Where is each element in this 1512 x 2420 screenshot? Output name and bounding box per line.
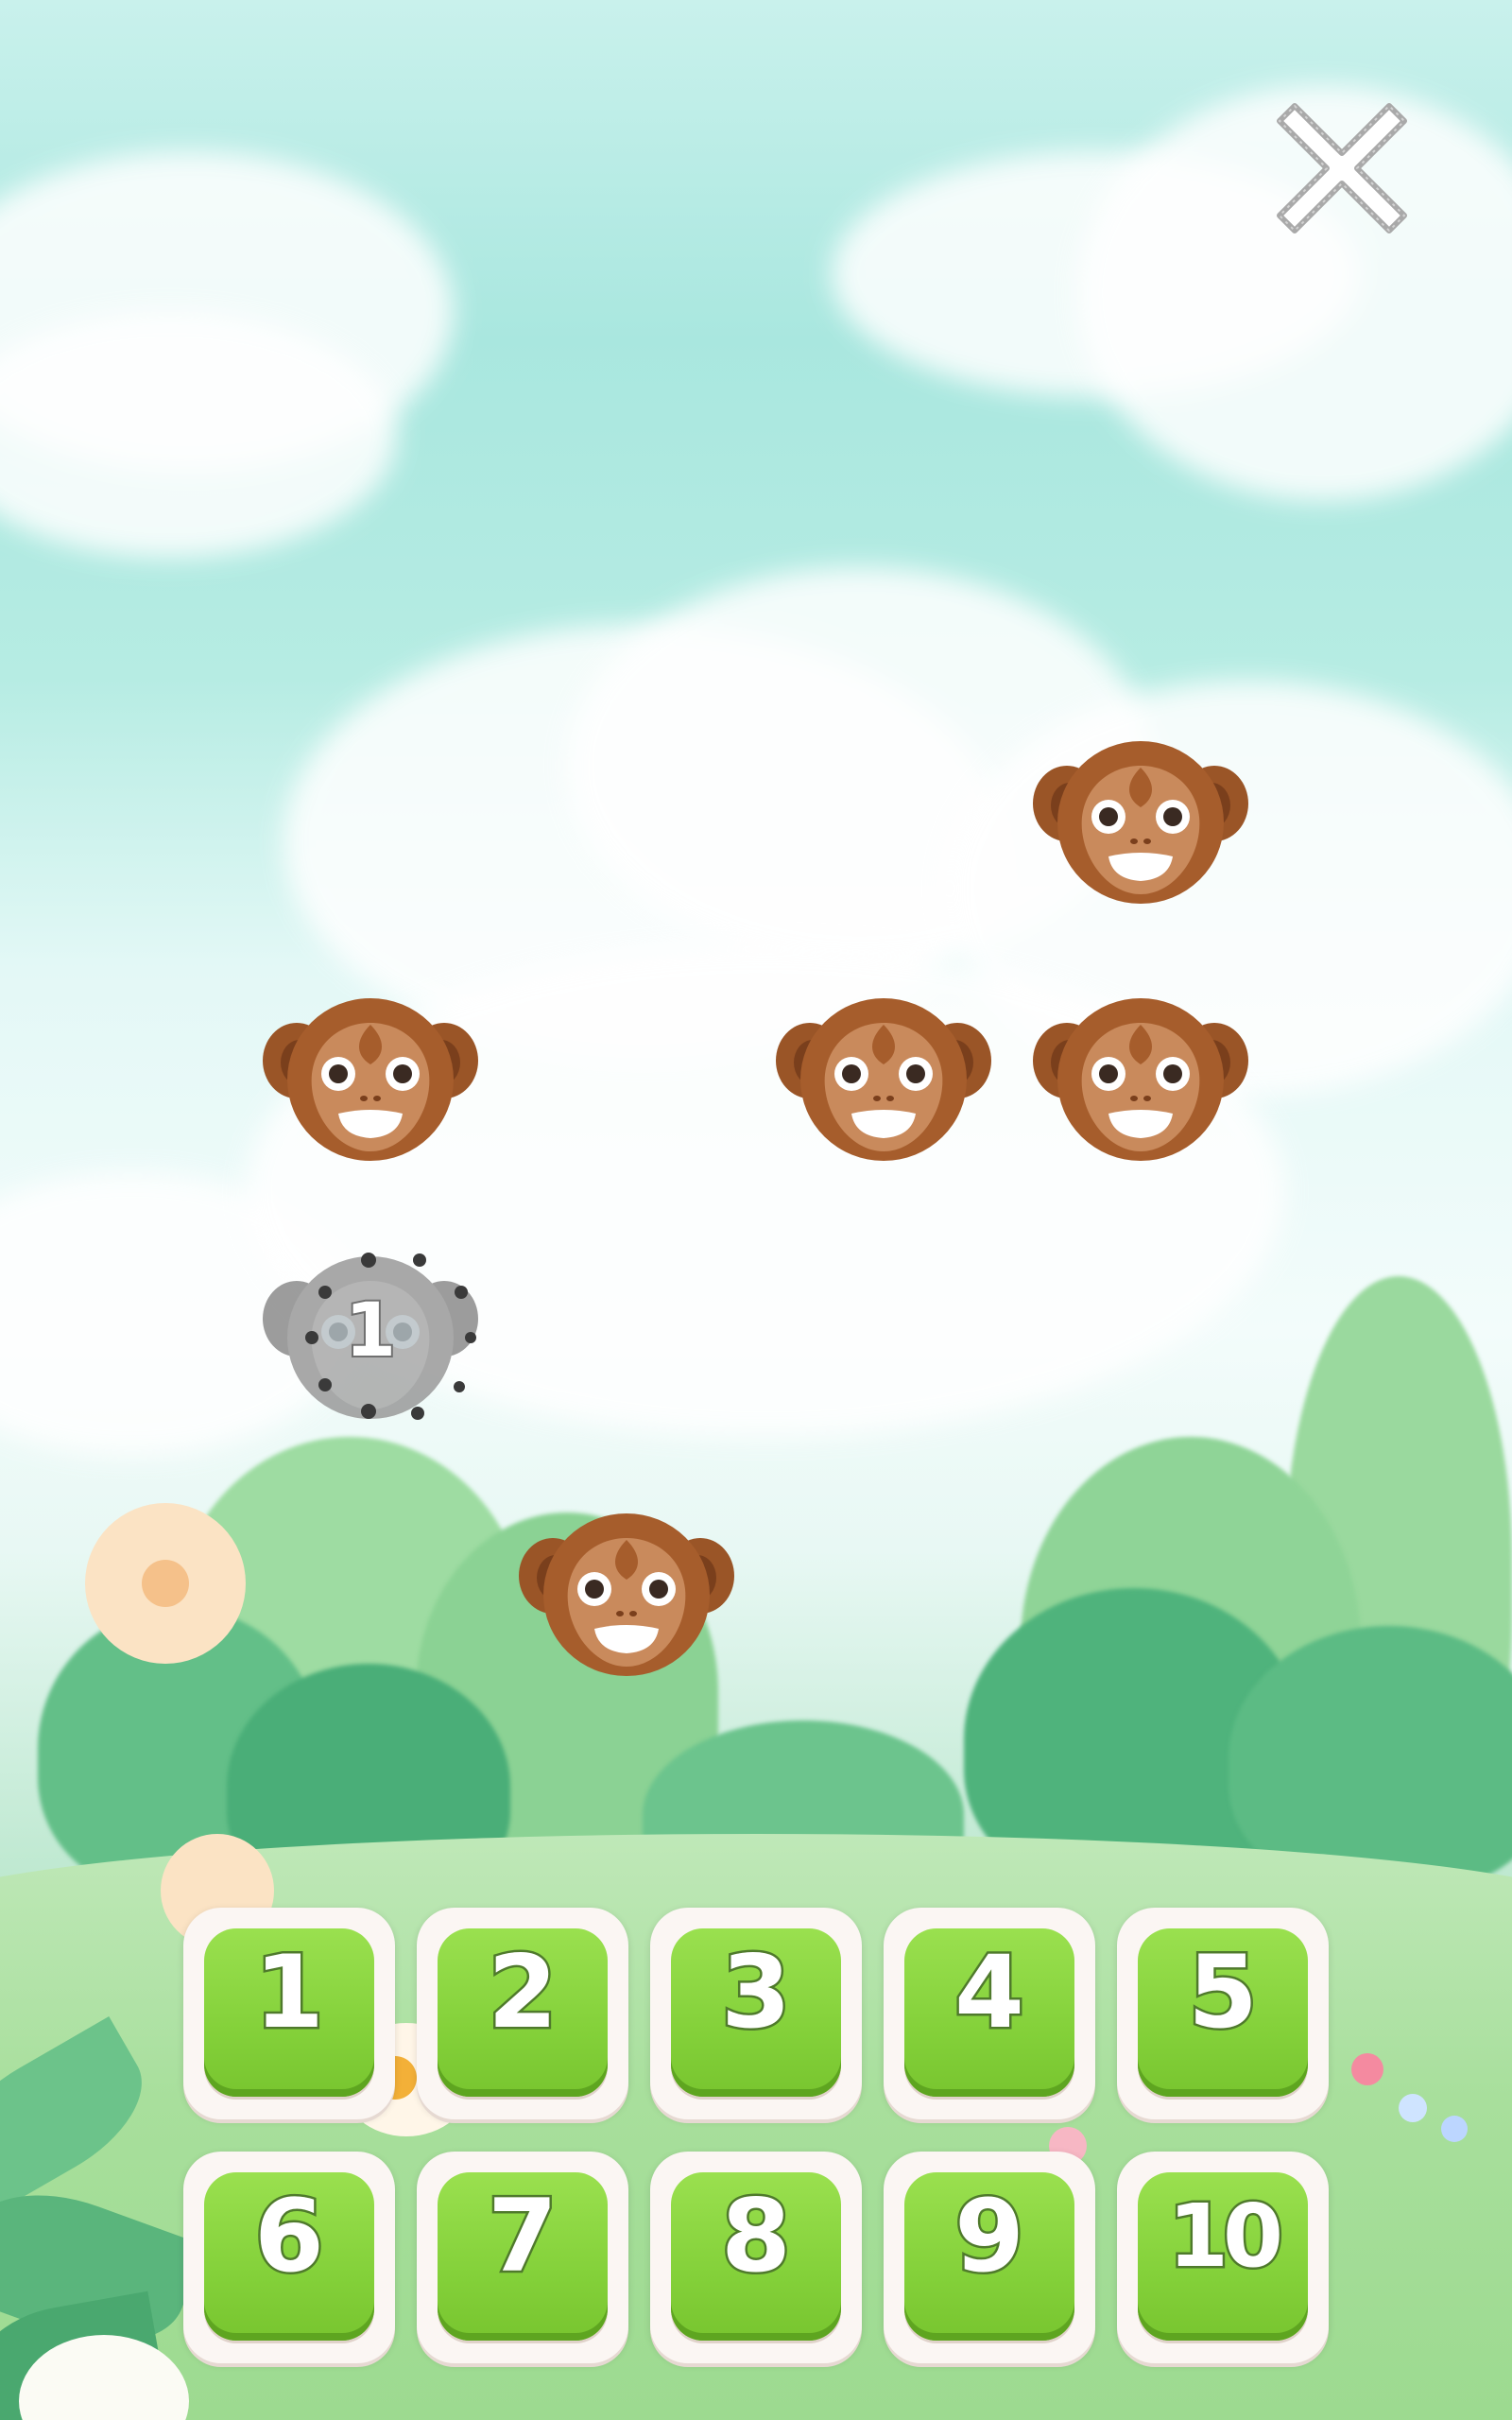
answer-label: 10 bbox=[1165, 2184, 1285, 2290]
answer-button-4[interactable]: 4 bbox=[884, 1908, 1095, 2119]
answer-label: 7 bbox=[486, 2177, 560, 2295]
monkey-face-icon bbox=[263, 998, 478, 1161]
answer-button-6[interactable]: 6 bbox=[183, 2152, 395, 2363]
answer-label: 8 bbox=[719, 2177, 794, 2295]
monkey-face-icon bbox=[1033, 741, 1248, 904]
monkey[interactable] bbox=[1027, 737, 1254, 908]
close-icon bbox=[1277, 103, 1407, 233]
answer-button-3[interactable]: 3 bbox=[650, 1908, 862, 2119]
answer-button-5[interactable]: 5 bbox=[1117, 1908, 1329, 2119]
answer-button-2[interactable]: 2 bbox=[417, 1908, 628, 2119]
monkey[interactable] bbox=[257, 994, 484, 1165]
flower bbox=[1351, 2053, 1383, 2085]
answer-button-8[interactable]: 8 bbox=[650, 2152, 862, 2363]
answer-button-9[interactable]: 9 bbox=[884, 2152, 1095, 2363]
close-button[interactable] bbox=[1266, 87, 1418, 238]
answer-button-10[interactable]: 10 bbox=[1117, 2152, 1329, 2363]
monkey[interactable] bbox=[1027, 994, 1254, 1165]
answer-label: 4 bbox=[953, 1933, 1027, 2051]
answer-label: 1 bbox=[252, 1933, 327, 2051]
answer-button-7[interactable]: 7 bbox=[417, 2152, 628, 2363]
monkey-face-icon bbox=[519, 1513, 734, 1676]
monkey[interactable] bbox=[513, 1510, 740, 1680]
monkey-face-icon bbox=[1033, 998, 1248, 1161]
monkey[interactable] bbox=[770, 994, 997, 1165]
answer-label: 9 bbox=[953, 2177, 1027, 2295]
flower bbox=[142, 1560, 189, 1607]
flower bbox=[1399, 2094, 1427, 2122]
answer-label: 5 bbox=[1186, 1933, 1261, 2051]
answer-label: 2 bbox=[486, 1933, 560, 2051]
answer-button-1[interactable]: 1 bbox=[183, 1908, 395, 2119]
monkey-face-icon bbox=[776, 998, 991, 1161]
counted-number: 1 bbox=[343, 1287, 398, 1375]
answer-label: 3 bbox=[719, 1933, 794, 2051]
flower bbox=[1441, 2116, 1468, 2142]
counted-monkey: 1 bbox=[257, 1253, 484, 1423]
answer-label: 6 bbox=[252, 2177, 327, 2295]
answer-button-grid: 1 2 3 4 5 6 7 8 9 10 bbox=[183, 1908, 1331, 2365]
